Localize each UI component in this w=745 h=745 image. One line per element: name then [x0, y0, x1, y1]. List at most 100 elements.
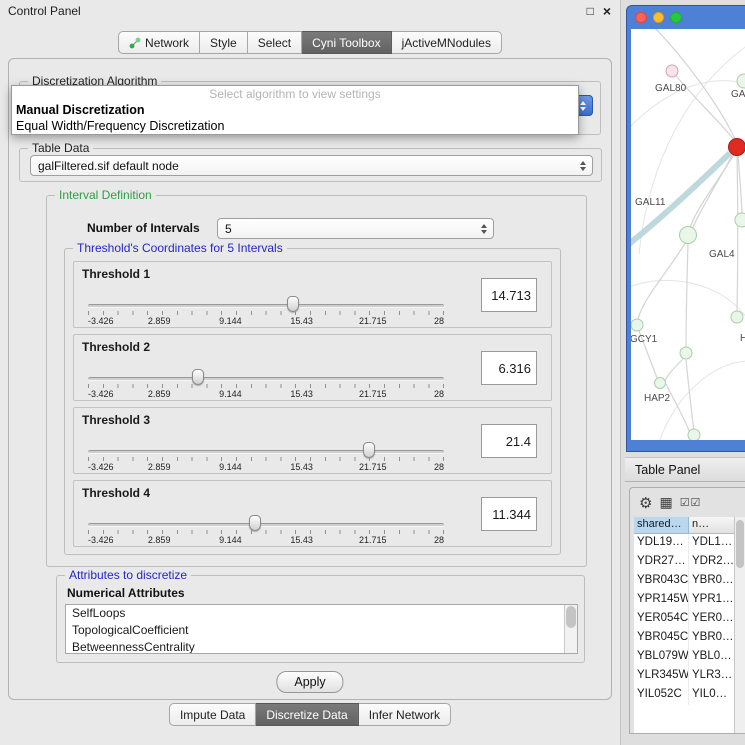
threshold-value-field[interactable]: 11.344: [481, 497, 537, 531]
list-item[interactable]: TopologicalCoefficient: [66, 622, 577, 639]
network-node[interactable]: [680, 227, 697, 244]
slider-thumb[interactable]: [287, 296, 299, 312]
list-item[interactable]: BetweennessCentrality: [66, 639, 577, 654]
table-row[interactable]: YLR345WYLR3…: [634, 667, 734, 686]
table-cell[interactable]: YER054C: [634, 610, 689, 629]
network-node[interactable]: [631, 319, 643, 331]
network-window-titlebar[interactable]: [627, 6, 745, 29]
columns-icon[interactable]: ▦: [659, 494, 672, 511]
tab-style[interactable]: Style: [200, 31, 248, 54]
slider-scale-label: 28: [434, 316, 444, 326]
table-data-combobox[interactable]: galFiltered.sif default node: [30, 155, 593, 176]
table-cell[interactable]: YBR045C: [634, 629, 689, 648]
close-traffic-light-icon[interactable]: [635, 12, 647, 24]
table-cell[interactable]: YLR345W: [634, 667, 689, 686]
table-cell[interactable]: YBL079W: [634, 648, 689, 667]
table-cell[interactable]: YBR0…: [689, 572, 734, 591]
threshold-label: Threshold 2: [82, 340, 150, 354]
table-row[interactable]: YBR043CYBR0…: [634, 572, 734, 591]
numerical-attributes-list[interactable]: SelfLoopsTopologicalCoefficientBetweenne…: [65, 604, 578, 654]
table-row[interactable]: YDL19…YDL1…: [634, 534, 734, 553]
tab-cyni-toolbox[interactable]: Cyni Toolbox: [302, 31, 391, 54]
close-window-icon[interactable]: ×: [603, 0, 611, 22]
zoom-traffic-light-icon[interactable]: [670, 12, 682, 24]
tab-network[interactable]: Network: [118, 31, 200, 54]
network-node[interactable]: [729, 139, 745, 156]
table-row[interactable]: YDR27…YDR2…: [634, 553, 734, 572]
gear-icon[interactable]: ⚙: [639, 494, 652, 512]
table-cell[interactable]: YBR0…: [689, 629, 734, 648]
table-cell[interactable]: YIL052C: [634, 686, 689, 705]
tab-impute-data[interactable]: Impute Data: [169, 703, 256, 726]
threshold-label: Threshold 3: [82, 413, 150, 427]
number-of-intervals-combobox[interactable]: 5: [217, 218, 494, 239]
table-cell[interactable]: YLR3…: [689, 667, 734, 686]
threshold-value-field[interactable]: 21.4: [481, 424, 537, 458]
column-header-shared-name[interactable]: shared…: [634, 517, 689, 534]
popup-option-equal-width-frequency[interactable]: Equal Width/Frequency Discretization: [12, 118, 578, 134]
network-canvas[interactable]: GAL80GAGAL11GAL4GCY1HAP2H: [631, 29, 745, 440]
table-row[interactable]: YPR145WYPR1…: [634, 591, 734, 610]
stepper-arrows-icon[interactable]: [580, 161, 586, 171]
table-scrollbar[interactable]: [734, 517, 745, 733]
threshold-value-field[interactable]: 6.316: [481, 351, 537, 385]
network-node[interactable]: [731, 311, 743, 323]
slider-ticks: [88, 530, 445, 534]
slider-track[interactable]: [88, 304, 444, 308]
slider-track[interactable]: [88, 377, 444, 381]
table-row[interactable]: YIL052CYIL0…: [634, 686, 734, 705]
minimize-traffic-light-icon[interactable]: [653, 12, 665, 24]
table-cell[interactable]: YDL19…: [634, 534, 689, 553]
scrollbar-thumb[interactable]: [566, 606, 576, 628]
table-cell[interactable]: YER0…: [689, 610, 734, 629]
tab-discretize-data[interactable]: Discretize Data: [256, 703, 358, 726]
select-columns-checkbox-icons[interactable]: ☑☑: [680, 496, 702, 509]
network-node[interactable]: [655, 378, 666, 389]
threshold-value-field[interactable]: 14.713: [481, 278, 537, 312]
node-label: GCY1: [631, 334, 658, 345]
popup-option-manual-discretization[interactable]: Manual Discretization: [12, 102, 578, 118]
table-panel-window: ⚙ ▦ ☑☑ shared… n… YDL19…YDL1…YDR27…YDR2……: [629, 487, 745, 734]
slider-scale: -3.4262.8599.14415.4321.71528: [88, 462, 444, 472]
column-header-name[interactable]: n…: [689, 517, 734, 534]
slider-scale-label: 21.715: [359, 316, 387, 326]
tab-infer-network[interactable]: Infer Network: [359, 703, 451, 726]
tab-label: Style: [210, 36, 237, 50]
apply-button[interactable]: Apply: [276, 671, 343, 693]
tab-jactivemnodules[interactable]: jActiveMNodules: [392, 31, 502, 54]
table-cell[interactable]: YBR043C: [634, 572, 689, 591]
table-cell[interactable]: YDL1…: [689, 534, 734, 553]
stepper-arrows-icon[interactable]: [481, 224, 487, 234]
table-row[interactable]: YBL079WYBL0…: [634, 648, 734, 667]
attributes-scrollbar[interactable]: [564, 605, 577, 653]
network-node[interactable]: [735, 213, 745, 227]
table-cell[interactable]: YDR2…: [689, 553, 734, 572]
table-cell[interactable]: YPR1…: [689, 591, 734, 610]
list-item[interactable]: SelfLoops: [66, 605, 577, 622]
tab-label: Select: [258, 36, 291, 50]
slider-thumb[interactable]: [363, 442, 375, 458]
tab-select[interactable]: Select: [248, 31, 302, 54]
table-cell[interactable]: YBL0…: [689, 648, 734, 667]
threshold-panel: Threshold 4-3.4262.8599.14415.4321.71528…: [73, 480, 552, 547]
slider-scale: -3.4262.8599.14415.4321.71528: [88, 535, 444, 545]
network-node[interactable]: [688, 429, 700, 440]
slider-thumb[interactable]: [249, 515, 261, 531]
slider-ticks: [88, 311, 445, 315]
slider-track[interactable]: [88, 450, 444, 454]
slider-scale: -3.4262.8599.14415.4321.71528: [88, 316, 444, 326]
list-items: SelfLoopsTopologicalCoefficientBetweenne…: [66, 605, 577, 654]
table-cell[interactable]: YPR145W: [634, 591, 689, 610]
network-node[interactable]: [666, 65, 678, 77]
slider-track[interactable]: [88, 523, 444, 527]
node-label: H: [740, 333, 745, 344]
float-window-icon[interactable]: □: [587, 0, 594, 22]
table-row[interactable]: YBR045CYBR0…: [634, 629, 734, 648]
network-node[interactable]: [680, 347, 692, 359]
table-cell[interactable]: YDR27…: [634, 553, 689, 572]
network-node[interactable]: [737, 74, 745, 88]
table-cell[interactable]: YIL0…: [689, 686, 734, 705]
table-row[interactable]: YER054CYER0…: [634, 610, 734, 629]
slider-thumb[interactable]: [192, 369, 204, 385]
scrollbar-thumb[interactable]: [736, 520, 744, 568]
